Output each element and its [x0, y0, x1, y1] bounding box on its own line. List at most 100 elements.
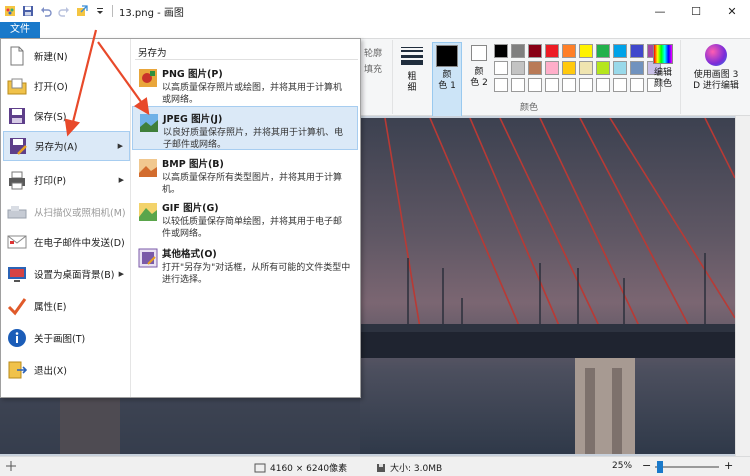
palette-swatch[interactable]: [528, 44, 542, 58]
palette-swatch[interactable]: [579, 44, 593, 58]
file-tab[interactable]: 文件: [0, 22, 40, 38]
paint-logo-icon: [5, 6, 15, 16]
palette-swatch[interactable]: [511, 78, 525, 92]
title-separator: [112, 5, 113, 17]
palette-group-label: 颜色: [520, 103, 539, 113]
undo-icon[interactable]: [40, 5, 52, 17]
desktop-background-icon: [8, 267, 26, 282]
color2-button[interactable]: 颜 色 2: [468, 44, 490, 89]
menu-item-label: 新建(N): [34, 52, 68, 63]
outline-button[interactable]: 轮廓: [364, 46, 382, 59]
save-as-bmp[interactable]: BMP 图片(B) 以高质量保存所有类型图片，并将其用于计算 机。: [132, 152, 358, 196]
menu-item-new[interactable]: 新建(N): [3, 41, 130, 71]
size-button[interactable]: 粗 细: [398, 44, 426, 94]
palette-swatch[interactable]: [545, 44, 559, 58]
save-as-description: 打开"另存为"对话框，从所有可能的文件类型中 进行选择。: [162, 263, 351, 285]
export-icon[interactable]: [76, 5, 88, 17]
menu-item-properties[interactable]: 属性(E): [3, 291, 130, 321]
dropdown-icon[interactable]: [94, 5, 106, 17]
palette-swatch[interactable]: [596, 78, 610, 92]
menu-item-about[interactable]: 关于画图(T): [3, 323, 130, 353]
save-as-other-formats[interactable]: 其他格式(O) 打开"另存为"对话框，从所有可能的文件类型中 进行选择。: [132, 242, 358, 286]
palette-swatch[interactable]: [528, 78, 542, 92]
edit-colors-button[interactable]: 编辑 颜色: [648, 44, 678, 90]
save-as-description: 以高质量保存所有类型图片，并将其用于计算 机。: [162, 173, 343, 195]
save-as-description: 以较低质量保存简单绘图，并将其用于电子邮 件或网络。: [162, 217, 343, 239]
vertical-scrollbar[interactable]: [735, 116, 750, 456]
zoom-in-button[interactable]: +: [724, 459, 733, 472]
menu-item-label: 属性(E): [34, 302, 67, 313]
save-as-description: 以良好质量保存照片，并将其用于计算机、电 子邮件或网络。: [163, 128, 344, 150]
png-icon: [139, 69, 157, 87]
color-palette: [494, 44, 661, 92]
color2-label-1: 颜: [474, 67, 484, 77]
print-icon: [9, 171, 25, 190]
palette-swatch[interactable]: [596, 61, 610, 75]
save-as-jpeg[interactable]: JPEG 图片(J) 以良好质量保存照片，并将其用于计算机、电 子邮件或网络。: [132, 106, 358, 150]
save-as-title: GIF 图片(G): [162, 203, 219, 214]
palette-swatch[interactable]: [630, 61, 644, 75]
dimensions-text: 4160 × 6240像素: [270, 464, 348, 474]
palette-swatch[interactable]: [494, 61, 508, 75]
palette-swatch[interactable]: [545, 78, 559, 92]
save-as-png[interactable]: PNG 图片(P) 以高质量保存照片或绘图，并将其用于计算机 或网络。: [132, 62, 358, 106]
submenu-arrow-icon: ▶: [118, 270, 124, 278]
palette-swatch[interactable]: [579, 61, 593, 75]
save-icon[interactable]: [22, 5, 34, 17]
edit-colors-label-2: 颜色: [653, 79, 672, 89]
dimensions-icon: [254, 463, 266, 472]
save-icon: [9, 108, 25, 124]
palette-swatch[interactable]: [613, 44, 627, 58]
gif-icon: [139, 203, 157, 221]
palette-swatch[interactable]: [579, 78, 593, 92]
palette-swatch[interactable]: [494, 78, 508, 92]
palette-swatch[interactable]: [562, 78, 576, 92]
dimensions-status: 4160 × 6240像素: [254, 461, 347, 474]
palette-swatch[interactable]: [562, 61, 576, 75]
palette-swatch[interactable]: [511, 44, 525, 58]
save-as-gif[interactable]: GIF 图片(G) 以较低质量保存简单绘图，并将其用于电子邮 件或网络。: [132, 196, 358, 240]
ribbon-tab-bar: [0, 22, 750, 39]
zoom-slider[interactable]: [655, 466, 719, 468]
minimize-button[interactable]: —: [642, 0, 678, 22]
palette-swatch[interactable]: [613, 78, 627, 92]
status-bar: 4160 × 6240像素 大小: 3.0MB 25% − +: [0, 456, 750, 476]
maximize-button[interactable]: ☐: [678, 0, 714, 22]
file-menu: 新建(N) 打开(O) 保存(S) 另存为(A) ▶ 打印(P) ▶ 从扫描仪或…: [0, 38, 361, 398]
palette-swatch[interactable]: [613, 61, 627, 75]
palette-swatch[interactable]: [596, 44, 610, 58]
filesize-status: 大小: 3.0MB: [376, 461, 442, 474]
fill-button[interactable]: 填充: [364, 62, 382, 75]
other-formats-icon: [138, 248, 158, 268]
menu-item-exit[interactable]: 退出(X): [3, 355, 130, 385]
palette-swatch[interactable]: [528, 61, 542, 75]
menu-item-open[interactable]: 打开(O): [3, 71, 130, 101]
menu-item-label: 另存为(A): [35, 142, 78, 153]
menu-item-print[interactable]: 打印(P) ▶: [3, 165, 130, 195]
menu-item-desktop-background[interactable]: 设置为桌面背景(B) ▶: [3, 259, 130, 289]
paint3d-button[interactable]: 使用画图 3 D 进行编辑: [684, 44, 748, 92]
close-button[interactable]: ✕: [714, 0, 750, 22]
palette-swatch[interactable]: [494, 44, 508, 58]
paint3d-label-1: 使用画图 3: [693, 70, 739, 80]
menu-item-save-as[interactable]: 另存为(A) ▶: [3, 131, 130, 161]
palette-swatch[interactable]: [562, 44, 576, 58]
save-as-title: BMP 图片(B): [162, 159, 224, 170]
color1-button[interactable]: 颜 色 1: [432, 42, 462, 118]
redo-icon[interactable]: [58, 5, 70, 17]
menu-item-email[interactable]: 在电子邮件中发送(D): [3, 227, 130, 257]
menu-item-save[interactable]: 保存(S): [3, 101, 130, 131]
color2-swatch: [471, 45, 487, 61]
bmp-icon: [139, 159, 157, 177]
palette-swatch[interactable]: [545, 61, 559, 75]
palette-swatch[interactable]: [630, 78, 644, 92]
new-file-icon: [10, 46, 24, 66]
size-label-1: 粗: [407, 72, 417, 82]
zoom-slider-thumb[interactable]: [657, 461, 663, 473]
color1-label-2: 色 1: [438, 81, 456, 91]
paint3d-label-2: D 进行编辑: [693, 81, 739, 91]
palette-swatch[interactable]: [511, 61, 525, 75]
palette-swatch[interactable]: [630, 44, 644, 58]
menu-item-label: 退出(X): [34, 366, 67, 377]
zoom-out-button[interactable]: −: [642, 459, 651, 472]
